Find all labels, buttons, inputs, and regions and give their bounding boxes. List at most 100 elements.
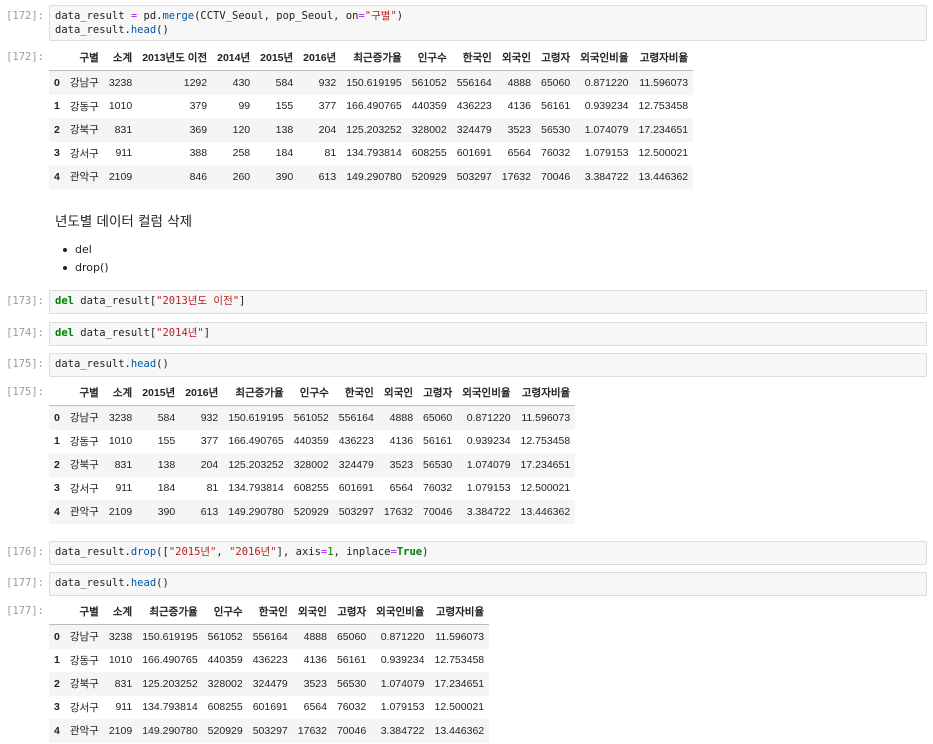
code-cell-173[interactable]: del data_result["2013년도 이전"] [49,290,927,314]
table-cell: 65060 [423,411,453,424]
code-token: () [156,23,169,36]
code-line: del data_result["2013년도 이전"] [55,295,926,309]
table-cell: 155 [275,100,294,113]
code-cell-174[interactable]: del data_result["2014년"] [49,322,927,346]
cell-prompt-172-out: [172]: [6,51,44,63]
table-cell: 0.871220 [380,630,425,643]
table-cell: 561052 [207,630,243,643]
column-header: 2014년 [212,44,256,71]
column-header: 구별 [64,598,104,625]
table-cell: 12.500021 [434,701,485,714]
code-cell-176[interactable]: data_result.drop(["2015년", "2016년"], axi… [49,541,927,565]
table-cell: 608255 [411,147,447,160]
table-cell: 0.939234 [380,654,425,667]
markdown-heading: 년도별 데이터 컬럼 삭제 [55,214,193,230]
table-cell: 503297 [252,724,288,737]
table-cell: 1.079153 [584,147,629,160]
table-row: 2 강북구 831 369 120 138 204 125.203252 328002 32447… [49,118,694,142]
column-header: 한국인 [451,44,497,71]
table-cell: 강북구 [69,124,99,137]
table-cell: 932 [318,76,337,89]
table-cell: 328002 [293,458,329,471]
code-token: "구별" [364,10,397,22]
markdown-list: del drop() [55,241,109,277]
table-cell: 56530 [423,458,453,471]
table-cell: 831 [114,458,133,471]
column-header: 외국인 [378,379,419,406]
code-token: "2015년" [168,546,217,558]
code-token: del [55,327,74,339]
table-cell: 4136 [507,100,531,113]
table-cell: 125.203252 [346,123,402,136]
table-cell: 911 [115,701,133,714]
table-row: 4 관악구 2109 846 260 390 613 149.290780 520929 5032… [49,165,694,189]
table-cell: 430 [232,76,251,89]
table-cell: 911 [115,482,133,495]
column-header: 외국인비율 [371,598,430,625]
code-token: data_result. [55,577,131,589]
code-token: "2016년" [229,546,277,558]
table-cell: 70046 [540,170,571,183]
code-cell-172[interactable]: data_result = pd.merge(CCTV_Seoul, pop_S… [49,5,927,41]
column-header: 최근증가율 [341,44,407,71]
table-cell: 440359 [293,435,329,448]
markdown-list-item: drop() [55,259,109,277]
table-cell: 1292 [183,76,208,89]
table-cell: 3.384722 [584,170,629,183]
table-header-row: 구별 소계 2015년 2016년 최근증가율 인구수 한국인 외국인 고령자 외국인비율 고령자비… [49,379,576,406]
table-cell: 608255 [293,482,329,495]
column-header: 고령자 [418,379,458,406]
column-header: 인구수 [406,44,452,71]
table-cell: 강북구 [69,459,99,472]
code-token: drop [130,546,157,558]
cell-prompt-173: [173]: [6,295,44,307]
table-cell: 56161 [423,435,453,448]
table-cell: 613 [200,505,219,518]
column-header: 2016년 [180,379,224,406]
code-token: "2013년도 이전" [156,295,240,307]
code-token: , inplace [333,546,391,558]
table-cell: 11.596073 [521,411,571,424]
table-cell: 134.793814 [142,701,198,714]
table-cell: 4888 [389,411,414,424]
table-cell: 260 [232,170,251,183]
table-header-row: 구별 소계 2013년도 이전 2014년 2015년 2016년 최근증가율 인구수 한국인 외… [49,44,694,71]
code-cell-177[interactable]: data_result.head() [49,572,927,596]
table-row: 3 강서구 911 388 258 184 81 134.793814 608255 601691… [49,142,693,166]
table-cell: 584 [275,76,294,89]
row-index: 3 [54,147,60,160]
table-cell: 561052 [411,76,447,89]
table-cell: 12.753458 [520,435,571,448]
table-cell: 258 [232,147,251,160]
column-header: 최근증가율 [223,379,289,406]
table-cell: 184 [275,147,294,160]
dataframe-output-175: 구별 소계 2015년 2016년 최근증가율 인구수 한국인 외국인 고령자 외국인비율 고령자비… [49,379,576,524]
table-cell: 1010 [108,100,133,113]
code-token: ], axis [276,546,321,558]
table-cell: 556164 [456,76,492,89]
row-index: 2 [54,677,60,690]
column-header: 고령자비율 [515,379,576,406]
column-header: 고령자비율 [633,44,694,71]
table-cell: 204 [318,123,337,136]
row-index: 2 [54,458,60,471]
column-header: 외국인비율 [457,379,516,406]
table-row: 0 강남구 3238 584 932 150.619195 561052 556164 4888… [49,405,576,430]
code-token: head [130,577,157,589]
code-token: ] [239,295,246,307]
table-cell: 3.384722 [380,724,425,737]
table-cell: 613 [318,170,337,183]
table-cell: 관악구 [69,171,99,184]
code-token: "2014년" [156,327,204,339]
code-cell-175[interactable]: data_result.head() [49,353,927,377]
code-token: () [156,577,169,589]
table-cell: 강남구 [69,77,99,90]
table-cell: 3238 [108,76,133,89]
column-header: 고령자 [331,598,372,625]
table-cell: 강동구 [69,100,99,113]
column-header [49,598,65,625]
table-cell: 120 [232,123,251,136]
code-token: True [396,546,423,558]
table-cell: 2109 [108,724,133,737]
column-header: 소계 [103,598,138,625]
